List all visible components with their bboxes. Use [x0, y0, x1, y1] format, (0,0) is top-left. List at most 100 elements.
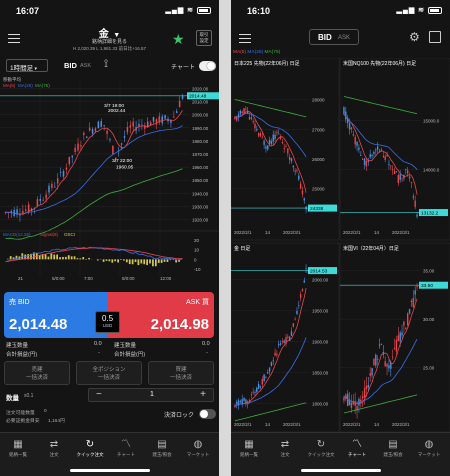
quantity-stepper[interactable]: − 1 + [88, 388, 214, 402]
sell-button[interactable]: 売 BID 2,014.48 [4, 292, 108, 338]
detail-link[interactable]: 銘柄詳細を見る [0, 38, 219, 45]
candle-body [386, 363, 388, 367]
candle-body [388, 164, 390, 165]
candle-body [267, 145, 269, 150]
tab-positions[interactable]: ▤ 建玉/照会 [375, 438, 411, 458]
bid-ask-toggle[interactable]: BID ASK [309, 29, 359, 45]
date-tick: 2022/2/1 [343, 422, 361, 427]
candle-body [292, 165, 295, 168]
tab-order[interactable]: ⇄ 注文 [36, 438, 72, 458]
tab-chart[interactable]: 〽チャート [339, 438, 375, 458]
gear-icon[interactable]: ⚙ [409, 30, 420, 44]
fullscreen-icon[interactable] [429, 31, 441, 43]
candle-body [294, 319, 296, 321]
tab-label: クイック注文 [307, 452, 335, 457]
quantity-value[interactable]: 1 [150, 391, 154, 398]
annotation-low-value: 1960.95 [116, 164, 134, 170]
candle-body [94, 128, 97, 132]
price-tick: 27000 [312, 127, 325, 132]
tab-quick-order[interactable]: ↻ クイック注文 [303, 438, 339, 458]
bid-toggle[interactable]: BID [64, 61, 77, 70]
date-tick: 14 [265, 422, 271, 427]
tab-positions[interactable]: ▤ 建玉/照会 [144, 438, 180, 458]
order-limit-label: 注文可能数量 [6, 411, 35, 416]
price-tick: 2000.00 [192, 113, 209, 118]
panel-title: 金 日足 [234, 245, 250, 252]
osci-bar [114, 259, 117, 262]
tab-chart[interactable]: 〽チャート [108, 438, 144, 458]
indicator-settings-icon[interactable]: ⟟ [104, 58, 108, 71]
candle-body [152, 117, 155, 122]
price-tick: 1920.00 [192, 217, 209, 222]
close-all-button[interactable]: 全ポジション 一括決済 [76, 361, 142, 385]
tab-market[interactable]: ◍ マーケット [180, 438, 216, 458]
status-time: 16:10 [247, 6, 271, 16]
candle-body [91, 128, 94, 134]
candle-body [126, 127, 129, 133]
timeframe-select[interactable]: 1時間足 ▾ [6, 59, 48, 72]
candle-body [363, 388, 366, 398]
tab-symbol-list[interactable]: ▦ 銘柄一覧 [0, 438, 36, 458]
macd-label: MACD(12,26) [3, 232, 31, 237]
plus-button[interactable]: + [200, 389, 206, 400]
globe-icon: ◍ [193, 439, 203, 450]
candle-body [414, 290, 416, 295]
day-change-text: H 2,020.39 L 1,981.33 前日比+16.57 [72, 46, 146, 51]
bid-option[interactable]: BID [318, 33, 332, 42]
candlestick-chart[interactable]: 移動平均MA(5) MA(25) MA(75) 2020.00 2010.00 2000.… [0, 76, 219, 281]
date-tick: 14 [374, 230, 380, 235]
bottom-tab-bar: ▦ 銘柄一覧 ⇄ 注文 ↻ クイック注文 〽チャート ▤ 建玉/照会 ◍ マーケット [231, 432, 450, 476]
candle-body [274, 352, 276, 356]
candle-body [259, 133, 262, 137]
candle-body [243, 108, 245, 114]
candle-body [399, 174, 401, 180]
settle-lock-switch[interactable] [199, 409, 216, 419]
candle-body [175, 111, 178, 114]
candle-body [178, 100, 181, 108]
tab-quick-order[interactable]: ↻ クイック注文 [72, 438, 108, 458]
buy-button[interactable]: ASK 買 2,014.98 [108, 292, 214, 338]
candle-body [77, 143, 79, 151]
multi-chart-grid[interactable]: 日本225 先物(22年06月) 日足 28000 27000 26000 25000 2… [231, 58, 450, 432]
osci-bar [131, 259, 134, 265]
candle-body [406, 313, 409, 325]
trade-settings-button[interactable]: 取引設定 [196, 30, 212, 46]
candle-body [393, 170, 396, 175]
tab-market[interactable]: ◍ マーケット [411, 438, 447, 458]
tab-label: マーケット [186, 452, 210, 457]
chart-toggle-switch[interactable] [199, 61, 216, 71]
buy-qty-label: 建玉数量 [114, 343, 137, 349]
timeframe-value: 1時間足 [10, 65, 34, 72]
close-sell-all-button[interactable]: 売建 一括決済 [4, 361, 70, 385]
close-buy-all-button[interactable]: 買建 一括決済 [148, 361, 214, 385]
sell-qty-label: 建玉数量 [6, 343, 29, 349]
menu-icon[interactable] [239, 34, 251, 43]
candle-body [358, 147, 360, 150]
tab-label: 注文 [49, 452, 59, 457]
ask-toggle[interactable]: ASK [80, 63, 91, 69]
candle-body [405, 327, 407, 329]
candle-body [395, 339, 398, 352]
candle-body [239, 400, 242, 402]
spread-box: 0.5 USD [95, 311, 120, 333]
candle-body [252, 121, 254, 122]
osci-bar [125, 259, 128, 263]
candle-body [290, 158, 293, 162]
osci-bar [134, 259, 137, 263]
quantity-unit: x0.1 [24, 393, 34, 399]
tab-symbol-list[interactable]: ▦ 銘柄一覧 [231, 438, 267, 458]
candle-body [97, 121, 100, 129]
candle-body [56, 178, 59, 184]
price-tick: 1800.00 [312, 402, 329, 407]
minus-button[interactable]: − [96, 389, 102, 400]
candle-body [71, 155, 73, 158]
star-icon[interactable]: ★ [172, 31, 185, 48]
ask-option[interactable]: ASK [338, 35, 350, 41]
refresh-icon: ↻ [85, 439, 95, 450]
candle-body [164, 115, 166, 119]
tab-order[interactable]: ⇄ 注文 [267, 438, 303, 458]
candle-body [360, 154, 362, 156]
candle-body [376, 146, 379, 150]
candle-body [292, 323, 295, 327]
candle-body [412, 196, 415, 198]
